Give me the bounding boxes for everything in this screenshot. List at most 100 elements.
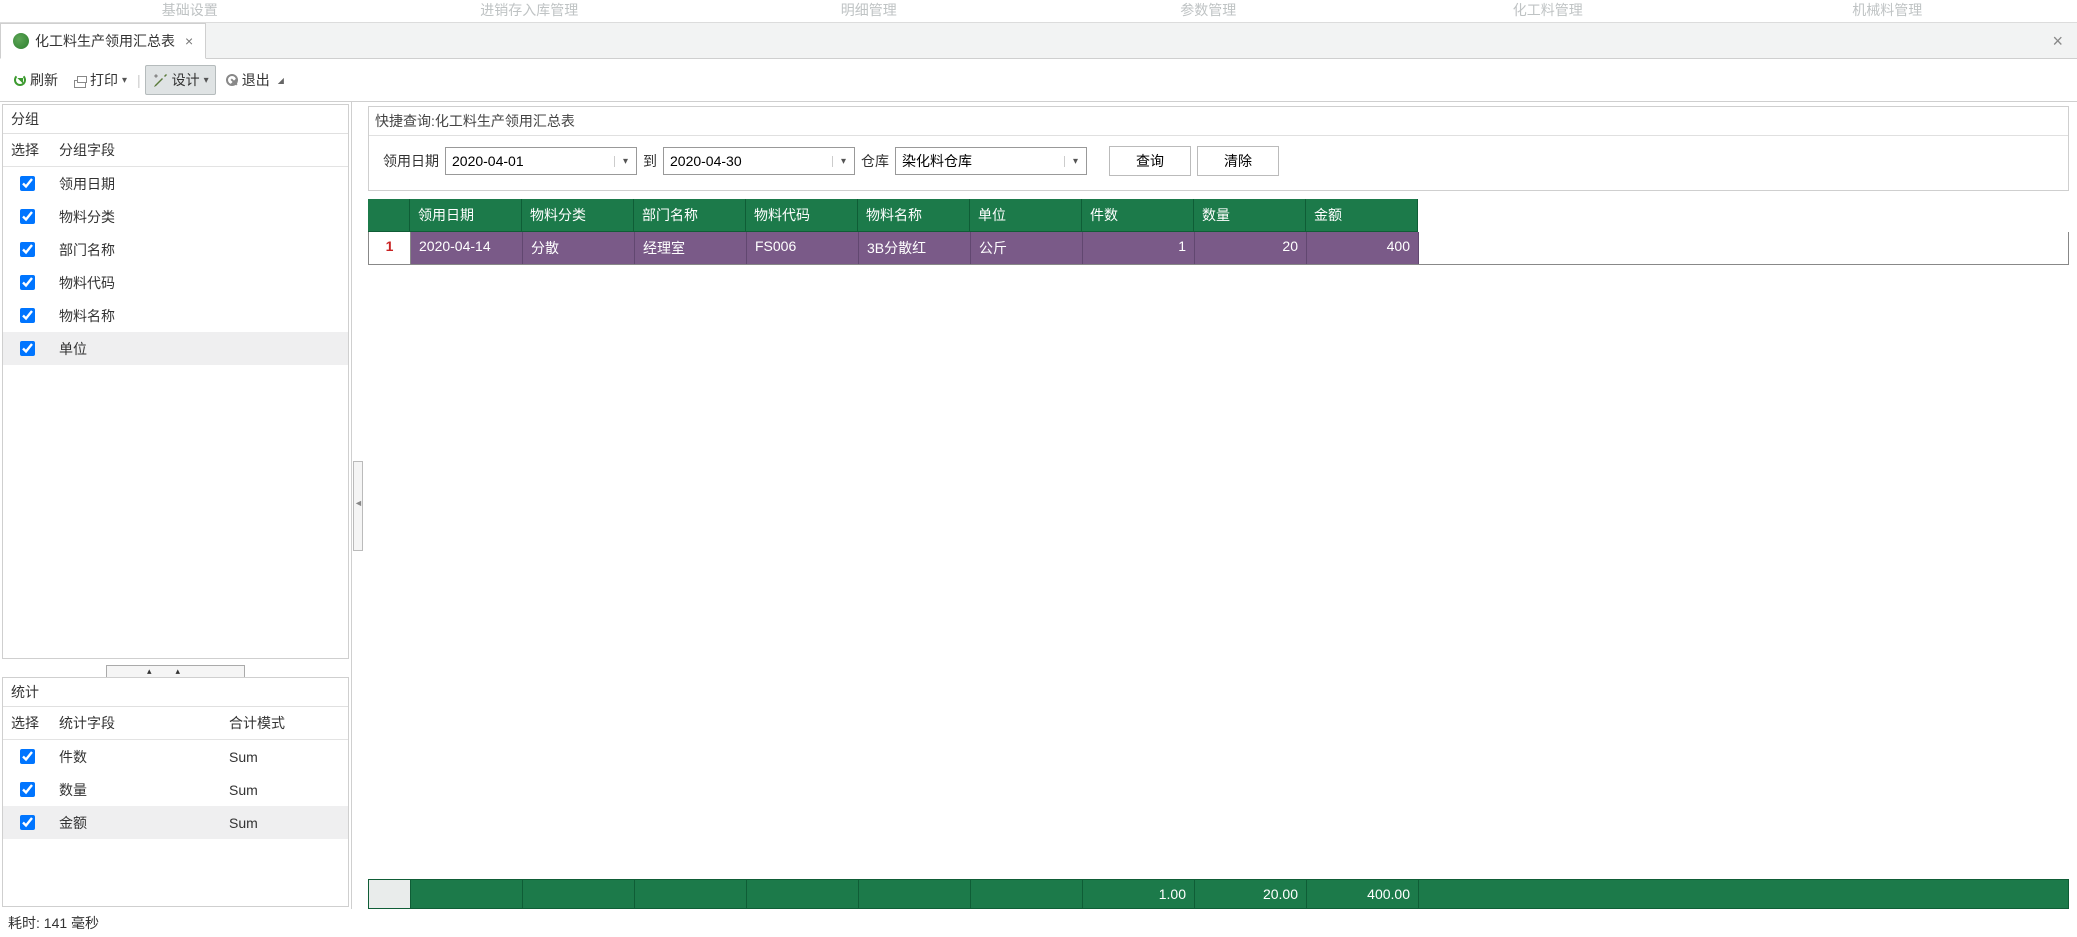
active-tab[interactable]: 化工料生产领用汇总表 × xyxy=(0,23,206,59)
group-row[interactable]: 单位 xyxy=(3,332,348,365)
group-checkbox[interactable] xyxy=(20,209,35,224)
design-button[interactable]: 设计 ▾ xyxy=(145,65,216,95)
group-row[interactable]: 物料分类 xyxy=(3,200,348,233)
chevron-down-icon[interactable]: ▾ xyxy=(614,156,636,167)
window-close-icon[interactable]: × xyxy=(2044,23,2071,59)
chevron-down-icon[interactable]: ▾ xyxy=(1064,156,1086,167)
col-field: 统计字段 xyxy=(51,707,221,739)
group-grid-body: 领用日期 物料分类 部门名称 物料代码 物料名称 单位 xyxy=(3,167,348,658)
exit-button[interactable]: 退出 ◢ xyxy=(220,66,290,94)
horizontal-splitter[interactable]: ▴▴ xyxy=(0,661,351,675)
table-cell: 分散 xyxy=(523,232,635,264)
stats-mode: Sum xyxy=(221,809,266,837)
stats-checkbox[interactable] xyxy=(20,782,35,797)
refresh-icon xyxy=(14,74,26,86)
group-field-label: 部门名称 xyxy=(51,234,123,266)
table-footer-cell xyxy=(971,880,1083,908)
close-icon[interactable]: × xyxy=(185,33,193,49)
table-footer-corner xyxy=(369,880,411,908)
table-footer-cell xyxy=(411,880,523,908)
table-header-cell[interactable]: 金额 xyxy=(1306,199,1418,232)
warehouse-field[interactable] xyxy=(896,148,1064,174)
to-label: 到 xyxy=(643,151,657,171)
stats-field-label: 件数 xyxy=(51,741,221,773)
stats-mode: Sum xyxy=(221,743,266,771)
table-corner xyxy=(368,199,410,232)
table-footer-cell xyxy=(747,880,859,908)
group-checkbox[interactable] xyxy=(20,176,35,191)
warehouse-label: 仓库 xyxy=(861,151,889,171)
group-field-label: 物料代码 xyxy=(51,267,123,299)
search-button[interactable]: 查询 xyxy=(1109,146,1191,176)
table-footer-cell xyxy=(635,880,747,908)
exit-icon xyxy=(226,74,238,86)
data-table: 领用日期物料分类部门名称物料代码物料名称单位件数数量金额 12020-04-14… xyxy=(368,199,2069,909)
table-header-cell[interactable]: 单位 xyxy=(970,199,1082,232)
table-body[interactable]: 12020-04-14分散经理室FS0063B分散红公斤120400 xyxy=(368,232,2069,879)
stats-row[interactable]: 金额 Sum xyxy=(3,806,348,839)
stats-row[interactable]: 件数 Sum xyxy=(3,740,348,773)
tab-title: 化工料生产领用汇总表 xyxy=(35,31,175,51)
group-row[interactable]: 领用日期 xyxy=(3,167,348,200)
date-from-input[interactable]: ▾ xyxy=(445,147,637,175)
top-ghost-tabs: 基础设置 进销存入库管理 明细管理 参数管理 化工料管理 机械料管理 xyxy=(0,0,2077,23)
group-row[interactable]: 物料名称 xyxy=(3,299,348,332)
table-header-cell[interactable]: 物料名称 xyxy=(858,199,970,232)
col-field: 分组字段 xyxy=(51,134,123,166)
col-select: 选择 xyxy=(3,134,51,166)
table-footer-cell: 1.00 xyxy=(1083,880,1195,908)
group-field-label: 物料分类 xyxy=(51,201,123,233)
stats-mode: Sum xyxy=(221,776,266,804)
table-cell: 400 xyxy=(1307,232,1419,264)
table-footer-cell xyxy=(523,880,635,908)
table-cell: 经理室 xyxy=(635,232,747,264)
refresh-button[interactable]: 刷新 xyxy=(8,66,64,94)
table-cell: FS006 xyxy=(747,232,859,264)
quick-query-form: 领用日期 ▾ 到 ▾ 仓库 ▾ 查询 清除 xyxy=(369,136,2068,190)
col-mode: 合计模式 xyxy=(221,707,293,739)
ghost-tab[interactable]: 化工料管理 xyxy=(1378,0,1718,20)
print-button[interactable]: 打印 ▾ xyxy=(68,66,133,94)
chevron-down-icon: ▾ xyxy=(122,75,127,86)
ghost-tab[interactable]: 基础设置 xyxy=(20,0,360,20)
ghost-tab[interactable]: 明细管理 xyxy=(699,0,1039,20)
date-to-field[interactable] xyxy=(664,148,832,174)
table-footer: 1.0020.00400.00 xyxy=(368,879,2069,909)
table-header-cell[interactable]: 件数 xyxy=(1082,199,1194,232)
group-row[interactable]: 物料代码 xyxy=(3,266,348,299)
date-to-input[interactable]: ▾ xyxy=(663,147,855,175)
group-checkbox[interactable] xyxy=(20,308,35,323)
table-cell: 公斤 xyxy=(971,232,1083,264)
group-checkbox[interactable] xyxy=(20,341,35,356)
table-header-cell[interactable]: 物料分类 xyxy=(522,199,634,232)
globe-icon xyxy=(13,33,29,49)
stats-grid-header: 选择 统计字段 合计模式 xyxy=(3,707,348,740)
table-header-cell[interactable]: 部门名称 xyxy=(634,199,746,232)
group-panel-title: 分组 xyxy=(3,105,348,134)
wrench-icon xyxy=(152,72,168,88)
date-from-field[interactable] xyxy=(446,148,614,174)
warehouse-select[interactable]: ▾ xyxy=(895,147,1087,175)
chevron-down-icon[interactable]: ▾ xyxy=(832,156,854,167)
table-header-cell[interactable]: 物料代码 xyxy=(746,199,858,232)
stats-checkbox[interactable] xyxy=(20,749,35,764)
clear-button[interactable]: 清除 xyxy=(1197,146,1279,176)
group-checkbox[interactable] xyxy=(20,275,35,290)
group-field-label: 物料名称 xyxy=(51,300,123,332)
ghost-tab[interactable]: 机械料管理 xyxy=(1718,0,2058,20)
stats-checkbox[interactable] xyxy=(20,815,35,830)
ghost-tab[interactable]: 参数管理 xyxy=(1039,0,1379,20)
table-header-cell[interactable]: 领用日期 xyxy=(410,199,522,232)
table-footer-cell: 400.00 xyxy=(1307,880,1419,908)
ghost-tab[interactable]: 进销存入库管理 xyxy=(360,0,700,20)
table-row[interactable]: 12020-04-14分散经理室FS0063B分散红公斤120400 xyxy=(368,232,2069,265)
table-header-cell[interactable]: 数量 xyxy=(1194,199,1306,232)
group-checkbox[interactable] xyxy=(20,242,35,257)
group-row[interactable]: 部门名称 xyxy=(3,233,348,266)
stats-panel: 统计 选择 统计字段 合计模式 件数 Sum 数量 Sum 金额 Sum xyxy=(2,677,349,907)
vertical-splitter[interactable] xyxy=(352,102,364,909)
table-cell: 2020-04-14 xyxy=(411,232,523,264)
stats-row[interactable]: 数量 Sum xyxy=(3,773,348,806)
table-header: 领用日期物料分类部门名称物料代码物料名称单位件数数量金额 xyxy=(368,199,2069,232)
tab-bar: 化工料生产领用汇总表 × × xyxy=(0,23,2077,59)
